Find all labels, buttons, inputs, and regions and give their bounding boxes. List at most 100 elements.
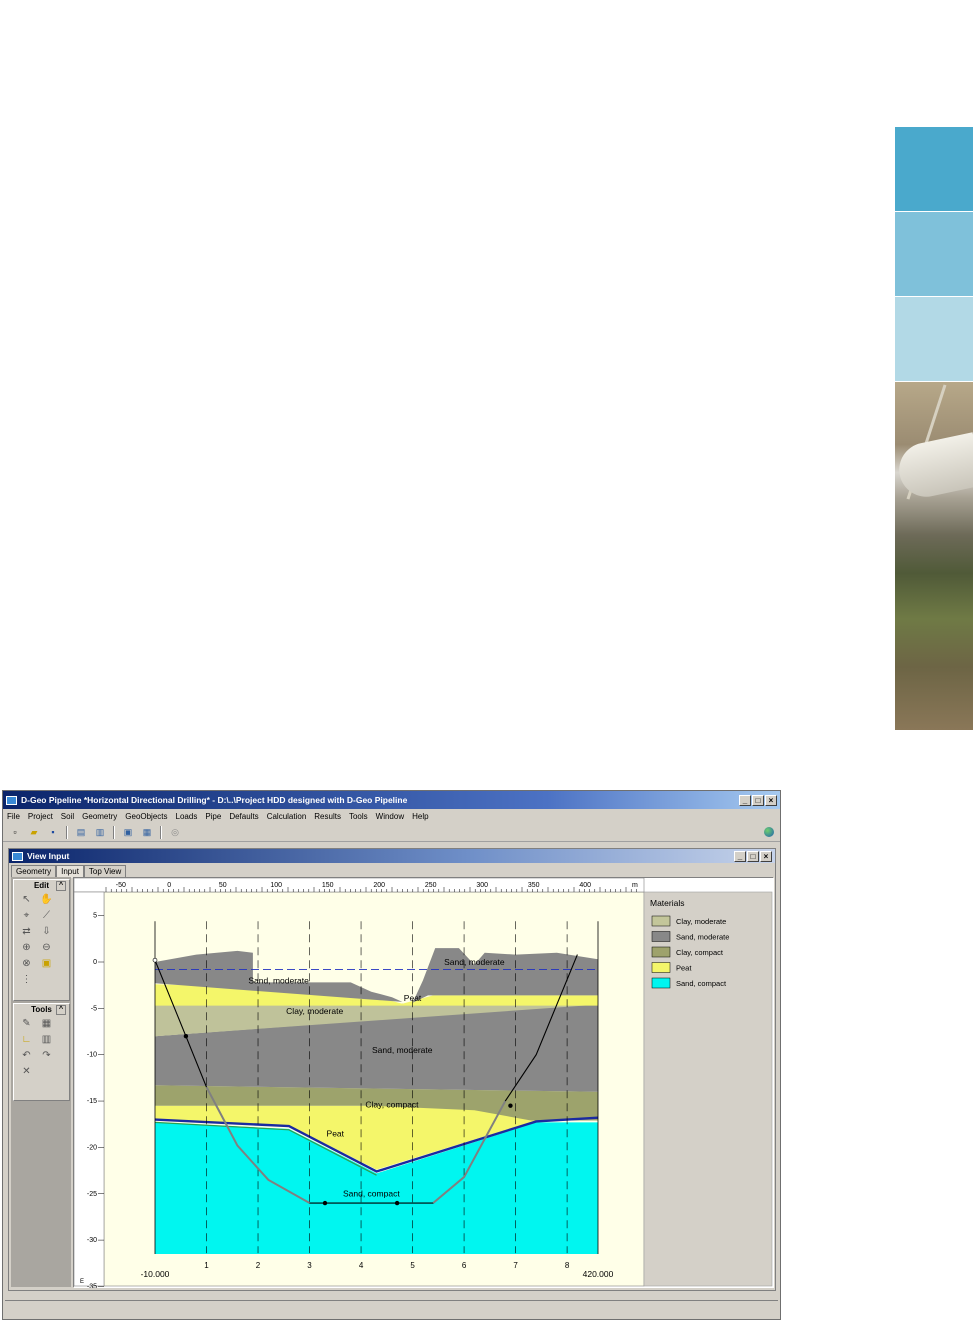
close-button[interactable]: × [765, 794, 777, 806]
legend-title: Materials [650, 898, 684, 908]
drilling-photo [895, 382, 973, 730]
vertical-label: 7 [513, 1261, 518, 1270]
layers-icon[interactable]: ▥ [40, 1034, 53, 1046]
move-icon[interactable]: ⇄ [20, 926, 33, 938]
arrow-down-icon[interactable]: ⇩ [40, 926, 53, 938]
collapse-icon[interactable]: ^ [56, 881, 66, 891]
title-bar[interactable]: D-Geo Pipeline *Horizontal Directional D… [3, 791, 780, 809]
left-ruler-unit: E [80, 1279, 84, 1285]
zoom-box-icon[interactable]: ▣ [40, 958, 53, 970]
menu-help[interactable]: Help [412, 812, 428, 821]
minimize-button[interactable]: _ [739, 794, 751, 806]
view-icon [12, 851, 23, 861]
view-maximize-button[interactable]: □ [747, 850, 759, 862]
toolbar-separator [66, 825, 68, 839]
ruler-icon[interactable]: ✎ [20, 1018, 33, 1030]
edit-panel-title: Edit [33, 881, 50, 890]
zoom-limits-icon[interactable]: ⊗ [20, 958, 33, 970]
check-geometry-icon[interactable]: ▦ [40, 1018, 53, 1030]
view-title-bar[interactable]: View Input _ □ × [9, 849, 775, 863]
menu-results[interactable]: Results [314, 812, 341, 821]
calculator-icon[interactable]: ▦ [139, 825, 155, 840]
vertical-label: 6 [462, 1261, 467, 1270]
layer-label: Peat [404, 993, 422, 1003]
geometry-chart[interactable]: -50 0 50 100 150 200 250 300 350 400 m50-5-10-15-2… [74, 878, 774, 1288]
top-ruler-label: 400 [579, 882, 591, 889]
menu-defaults[interactable]: Defaults [229, 812, 258, 821]
layer-label: Clay, moderate [286, 1006, 343, 1016]
legend-label: Clay, moderate [676, 917, 726, 926]
open-folder-icon[interactable]: ▰ [26, 825, 42, 840]
menu-file[interactable]: File [7, 812, 20, 821]
vertical-label: 2 [256, 1261, 261, 1270]
menu-window[interactable]: Window [376, 812, 404, 821]
select-arrow-icon[interactable]: ↖ [20, 894, 33, 906]
menu-calculation[interactable]: Calculation [267, 812, 307, 821]
decor-block-light [895, 297, 973, 381]
redo-icon[interactable]: ↷ [40, 1050, 53, 1062]
layer-label: Sand, compact [343, 1189, 400, 1199]
pan-hand-icon[interactable]: ✋ [40, 894, 53, 906]
maximize-button[interactable]: □ [752, 794, 764, 806]
pipeline-entry-point [152, 957, 158, 963]
delete-icon[interactable]: ✕ [20, 1066, 33, 1078]
top-ruler-label: 250 [425, 882, 437, 889]
left-ruler-label: -25 [87, 1191, 97, 1198]
grid-icon[interactable]: ⋮ [20, 974, 33, 986]
measure-icon[interactable]: ∟ [20, 1034, 33, 1046]
x-end-label: 420.000 [583, 1269, 614, 1279]
menu-geoobjects[interactable]: GeoObjects [125, 812, 167, 821]
legend-swatch [651, 931, 671, 942]
pipeline-point [394, 1200, 400, 1206]
menu-project[interactable]: Project [28, 812, 53, 821]
left-ruler-label: -5 [91, 1005, 97, 1012]
left-ruler-label: -15 [87, 1098, 97, 1105]
left-ruler-label: 5 [93, 913, 97, 920]
view-input-window: View Input _ □ × Geometry Input Top View… [8, 848, 776, 1291]
menu-tools[interactable]: Tools [349, 812, 368, 821]
view-close-button[interactable]: × [760, 850, 772, 862]
print-icon[interactable]: ▥ [92, 825, 108, 840]
geometry-canvas[interactable]: -50 0 50 100 150 200 250 300 350 400 m 5 0 -5 -10 -15 -2… [73, 877, 774, 1288]
legend-label: Sand, compact [676, 979, 727, 988]
layer-label: Sand, moderate [248, 975, 309, 985]
legend-swatch [651, 977, 671, 989]
view-minimize-button[interactable]: _ [734, 850, 746, 862]
top-ruler-label: 200 [373, 882, 385, 889]
decor-block-mid [895, 212, 973, 296]
app-window: D-Geo Pipeline *Horizontal Directional D… [2, 790, 781, 1320]
window-title: D-Geo Pipeline *Horizontal Directional D… [21, 795, 408, 805]
help-icon[interactable]: ◎ [167, 825, 183, 840]
status-bar [5, 1300, 778, 1317]
menu-loads[interactable]: Loads [176, 812, 198, 821]
add-line-icon[interactable]: ⟋ [40, 910, 53, 922]
undo-icon[interactable]: ↶ [20, 1050, 33, 1062]
new-file-icon[interactable]: ▫ [7, 825, 23, 840]
view-title: View Input [27, 851, 70, 861]
legend-label: Sand, moderate [676, 933, 729, 942]
left-ruler-label: -35 [87, 1283, 97, 1288]
vertical-label: 1 [204, 1261, 209, 1270]
add-point-icon[interactable]: ⌖ [20, 910, 33, 922]
legend-label: Clay, compact [676, 948, 724, 957]
zoom-in-icon[interactable]: ⊕ [20, 942, 33, 954]
menu-soil[interactable]: Soil [61, 812, 74, 821]
collapse-icon[interactable]: ^ [56, 1005, 66, 1015]
left-ruler [74, 891, 105, 1287]
pipeline-point [508, 1103, 513, 1108]
top-ruler-label: 100 [270, 882, 282, 889]
layer-label: Clay, compact [365, 1100, 419, 1110]
zoom-out-icon[interactable]: ⊖ [40, 942, 53, 954]
layer-label: Sand, moderate [372, 1045, 433, 1055]
top-ruler-label: 0 [167, 882, 171, 889]
menu-bar: File Project Soil Geometry GeoObjects Lo… [3, 809, 780, 823]
legend-label: Peat [676, 964, 692, 973]
pipe-section [895, 432, 973, 502]
copy-icon[interactable]: ▣ [120, 825, 136, 840]
save-icon[interactable]: ▪ [45, 825, 61, 840]
menu-pipe[interactable]: Pipe [205, 812, 221, 821]
print-preview-icon[interactable]: ▤ [73, 825, 89, 840]
globe-icon[interactable] [764, 827, 774, 837]
left-ruler-label: -20 [87, 1144, 97, 1151]
menu-geometry[interactable]: Geometry [82, 812, 117, 821]
